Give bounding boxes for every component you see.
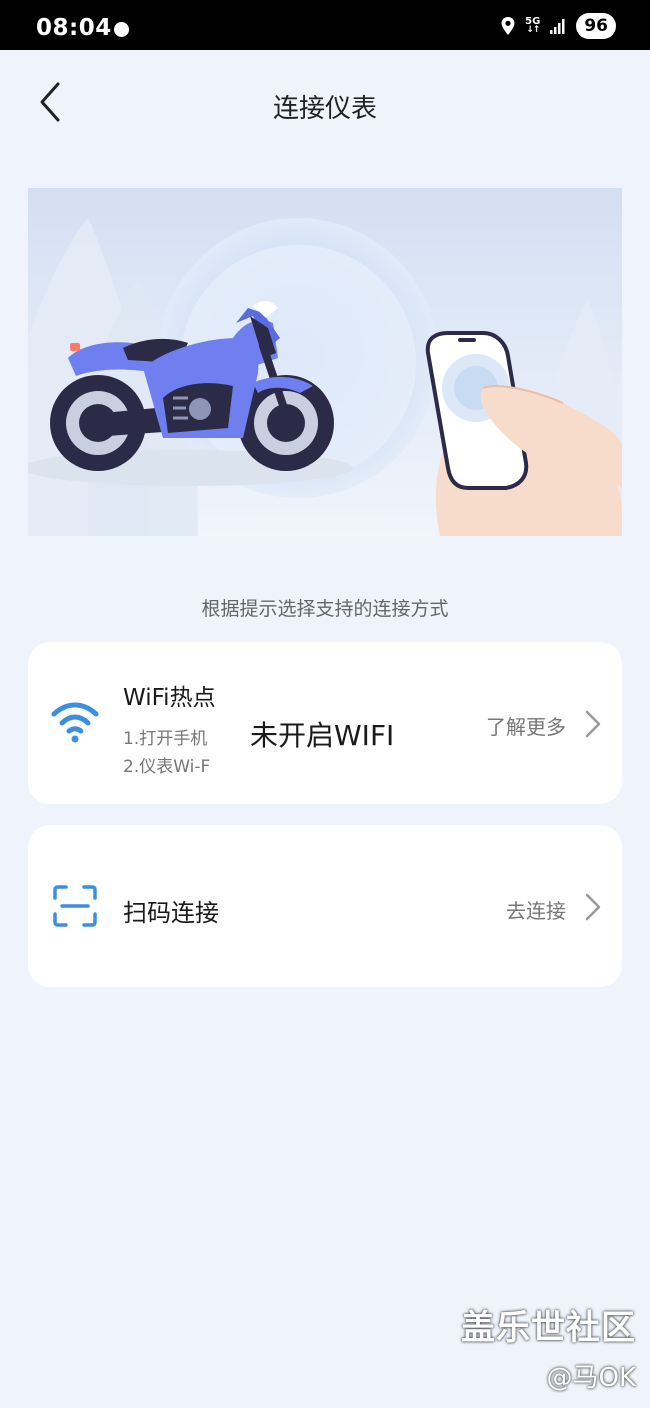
location-icon: [501, 17, 515, 35]
watermark-user: @马OK: [546, 1363, 636, 1393]
network-5g-indicator: 5G ↓↑: [525, 17, 540, 35]
wifi-hotspot-card[interactable]: WiFi热点 1.打开手机 2.仪表Wi-F 未开启WIFI 了解更多: [28, 642, 622, 804]
battery-level: 96: [576, 13, 616, 39]
chevron-right-icon: [585, 893, 601, 921]
wifi-card-title: WiFi热点: [123, 685, 216, 711]
data-arrows-icon: ↓↑: [526, 25, 540, 35]
connection-hint: 根据提示选择支持的连接方式: [201, 598, 449, 620]
chevron-right-icon: [585, 710, 601, 738]
status-icons: 5G ↓↑ 96: [500, 13, 616, 39]
scan-card-title: 扫码连接: [123, 899, 219, 927]
signal-icon: [550, 19, 565, 34]
learn-more-link[interactable]: 了解更多: [486, 711, 566, 740]
watermark-brand: 盖乐世社区: [461, 1308, 636, 1348]
scan-connect-card[interactable]: 扫码连接 去连接: [28, 825, 622, 987]
wifi-off-toast: 未开启WIFI: [250, 719, 395, 752]
wifi-icon: [51, 702, 99, 743]
status-bar: 08:04 5G ↓↑ 96: [0, 0, 650, 50]
wifi-step-1: 1.打开手机: [123, 729, 208, 749]
notification-dot-icon: [114, 22, 129, 37]
status-time: 08:04: [36, 15, 112, 41]
page-title: 连接仪表: [272, 94, 377, 124]
scan-icon: [53, 885, 97, 927]
go-connect-link[interactable]: 去连接: [506, 895, 566, 924]
wifi-step-2: 2.仪表Wi-F: [123, 757, 211, 777]
header: 连接仪表: [0, 50, 650, 160]
watermark: 盖乐世社区 @马OK: [461, 1300, 636, 1394]
hero-illustration: [28, 188, 622, 536]
